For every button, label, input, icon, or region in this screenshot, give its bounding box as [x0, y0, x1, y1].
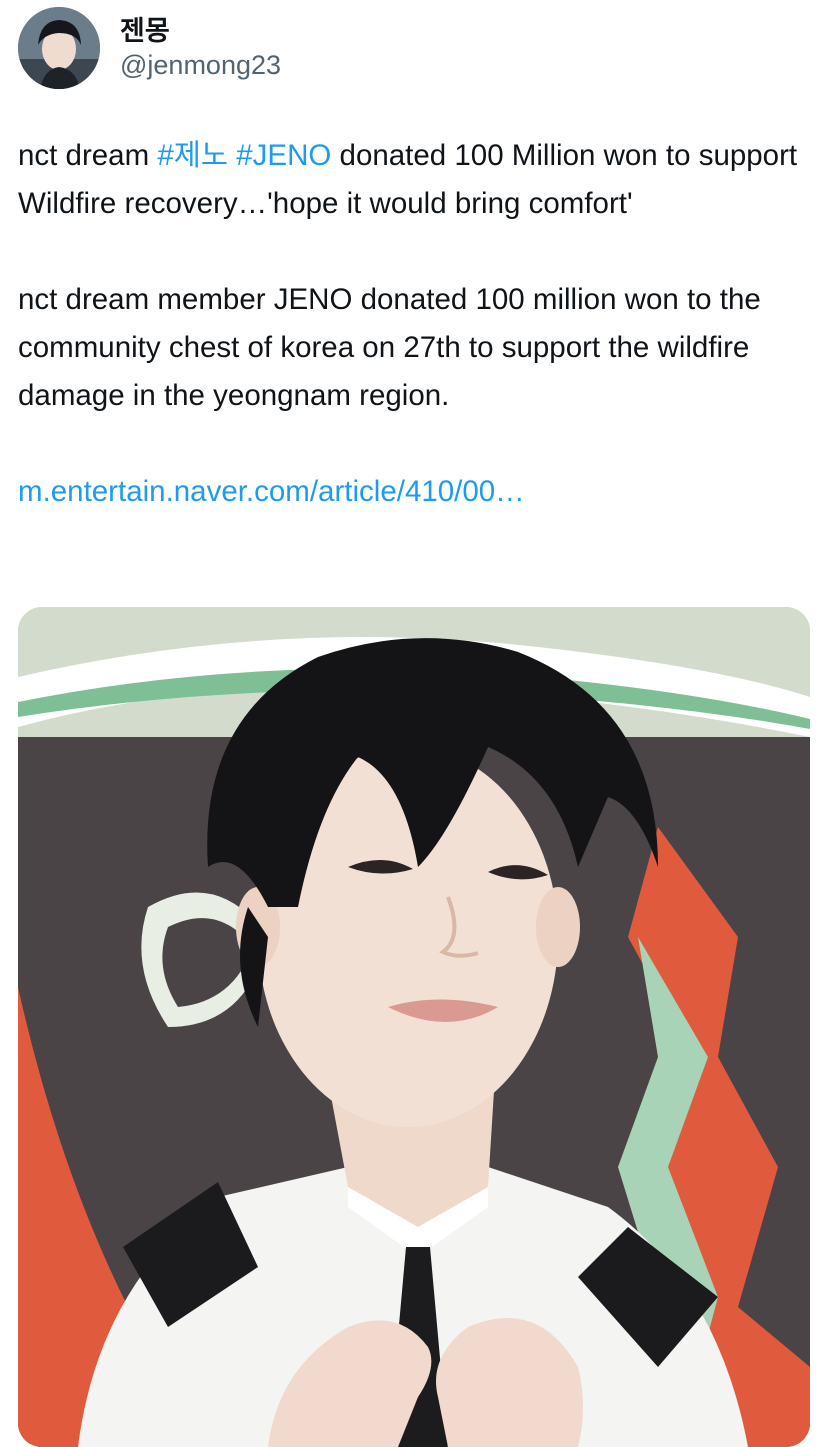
avatar[interactable] — [18, 7, 100, 89]
avatar-image — [18, 7, 100, 89]
hashtag-jeno-korean[interactable]: #제노 — [157, 139, 228, 172]
tweet-header: 젠몽 @jenmong23 — [18, 6, 281, 90]
tweet-paragraph-1: nct dream #제노 #JENO donated 100 Million … — [18, 132, 808, 228]
article-link[interactable]: m.entertain.naver.com/article/410/00… — [18, 475, 525, 508]
user-handle[interactable]: @jenmong23 — [120, 48, 281, 82]
display-name[interactable]: 젠몽 — [120, 14, 281, 48]
paragraph-1-prefix: nct dream — [18, 139, 158, 172]
user-names: 젠몽 @jenmong23 — [120, 14, 281, 82]
tweet-media-photo[interactable] — [18, 607, 810, 1447]
photo-image — [18, 607, 810, 1447]
tweet-paragraph-2: nct dream member JENO donated 100 millio… — [18, 283, 761, 412]
tweet-link-paragraph: m.entertain.naver.com/article/410/00… — [18, 468, 808, 516]
tweet-body: nct dream #제노 #JENO donated 100 Million … — [18, 132, 808, 516]
hashtag-jeno[interactable]: #JENO — [236, 139, 331, 172]
